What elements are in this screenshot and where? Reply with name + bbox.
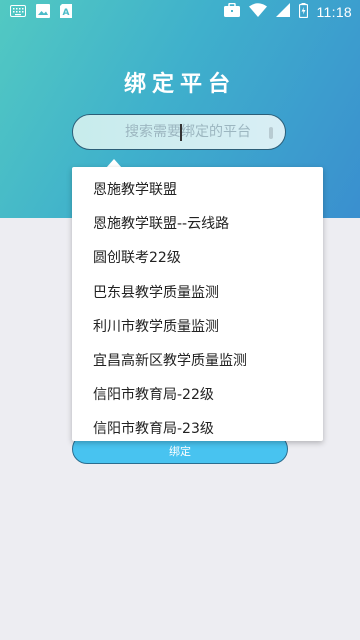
dropdown-item[interactable]: 恩施教学联盟--云线路 [72, 207, 323, 241]
dropdown-item[interactable]: 巴东县教学质量监测 [72, 276, 323, 310]
keyboard-icon [10, 5, 26, 21]
briefcase-icon [223, 2, 240, 21]
search-box[interactable] [72, 114, 286, 150]
signal-icon [275, 3, 290, 21]
image-icon [36, 4, 50, 22]
svg-text:A: A [63, 8, 70, 18]
dropdown-item[interactable]: 圆创联考22级 [72, 241, 323, 275]
status-time: 11:18 [316, 4, 352, 20]
dropdown-item[interactable]: 信阳市教育局-22级 [72, 378, 323, 412]
dropdown-item[interactable]: 信阳市教育局-23级 [72, 412, 323, 446]
dropdown-item[interactable]: 宜昌高新区教学质量监测 [72, 344, 323, 378]
wifi-icon [248, 3, 267, 21]
dropdown-item[interactable]: 恩施教学联盟 [72, 173, 323, 207]
search-input[interactable] [103, 115, 273, 149]
status-bar: A 11:18 [0, 0, 360, 24]
sim-app-icon: A [60, 4, 72, 22]
scroll-indicator [269, 127, 273, 139]
dropdown-item[interactable]: 利川市教学质量监测 [72, 310, 323, 344]
platform-dropdown: 恩施教学联盟 恩施教学联盟--云线路 圆创联考22级 巴东县教学质量监测 利川市… [72, 167, 323, 441]
page-title: 绑定平台 [123, 72, 236, 97]
battery-charging-icon [298, 2, 308, 22]
text-cursor [180, 124, 182, 141]
